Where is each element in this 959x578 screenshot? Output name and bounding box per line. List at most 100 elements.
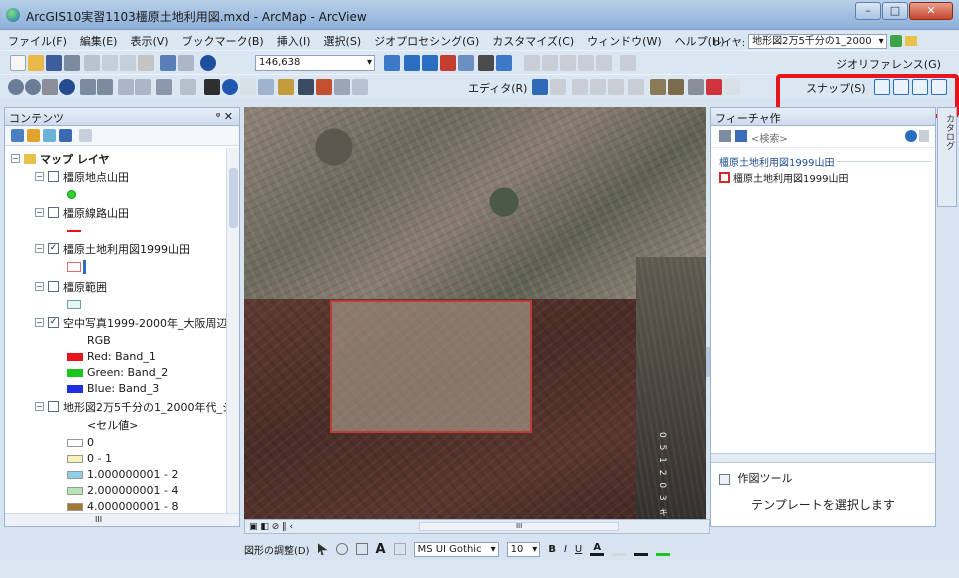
rotate-icon[interactable]	[335, 543, 348, 555]
menu-view[interactable]: 表示(V)	[130, 33, 168, 49]
toc-horizontal-scrollbar[interactable]: III	[5, 513, 239, 526]
toc-hscroll-grip[interactable]: III	[95, 515, 102, 524]
full-extent-icon[interactable]	[59, 79, 75, 95]
select-elements-icon[interactable]	[204, 79, 220, 95]
collapse-icon[interactable]: −	[35, 172, 44, 181]
select-features-icon[interactable]	[156, 79, 172, 95]
bold-button[interactable]: B	[548, 544, 556, 555]
feature-template-item[interactable]: 橿原土地利用図1999山田	[719, 170, 848, 185]
collapse-icon[interactable]: −	[35, 208, 44, 217]
hyperlink-icon[interactable]	[240, 79, 256, 95]
forward-extent-icon[interactable]	[135, 79, 151, 95]
fixed-zoom-in-icon[interactable]	[80, 79, 96, 95]
collapse-icon[interactable]: −	[35, 318, 44, 327]
land-use-polygon[interactable]	[330, 300, 532, 433]
identify-icon[interactable]	[222, 79, 238, 95]
table-of-contents-icon[interactable]	[404, 55, 420, 71]
catalog-side-tab[interactable]: カタログ	[937, 107, 957, 207]
collapse-icon[interactable]: −	[11, 154, 20, 163]
find-route-icon[interactable]	[316, 79, 332, 95]
layer-row[interactable]: − 橿原地点山田	[35, 168, 129, 185]
print-icon[interactable]	[64, 55, 80, 71]
layer-folder-icon[interactable]	[904, 36, 917, 46]
toc-options-icon[interactable]	[79, 129, 92, 142]
map-display[interactable]: 0 5 1 2 0 3 キ	[244, 107, 706, 519]
html-popup-icon[interactable]	[258, 79, 274, 95]
arctoolbox-icon[interactable]	[458, 55, 474, 71]
layer-row[interactable]: − ✓ 空中写真1999-2000年_大阪周辺	[35, 314, 227, 331]
list-by-drawing-order-icon[interactable]	[11, 129, 24, 142]
toc-pin-close[interactable]: ᵠ ✕	[216, 110, 233, 123]
layer-dropdown[interactable]: 地形図2万5千分の1_2000	[748, 33, 887, 49]
map-horizontal-scrollbar[interactable]: III	[419, 522, 620, 531]
edit-vertices-draw-icon[interactable]	[393, 543, 406, 555]
menu-geoprocessing[interactable]: ジオプロセシング(G)	[374, 33, 479, 49]
cut-icon[interactable]	[84, 55, 100, 71]
fixed-zoom-out-icon[interactable]	[97, 79, 113, 95]
zoom-out-icon[interactable]	[25, 79, 41, 95]
edit-vertices-icon[interactable]	[650, 79, 666, 95]
georef-tool-4-icon[interactable]	[578, 55, 594, 71]
editor-toolbar-icon[interactable]	[384, 55, 400, 71]
menu-file[interactable]: ファイル(F)	[8, 33, 67, 49]
layer-row[interactable]: − ✓ 橿原土地利用図1999山田	[35, 240, 190, 257]
find-icon[interactable]	[298, 79, 314, 95]
select-elements-arrow-icon[interactable]	[317, 543, 328, 555]
close-button[interactable]: ✕	[909, 2, 953, 20]
toc-scroll-thumb[interactable]	[229, 168, 238, 228]
layer-row[interactable]: − 地形図2万5千分の1_2000年代_ジ	[35, 398, 227, 415]
list-by-source-icon[interactable]	[27, 129, 40, 142]
layer-row[interactable]: − 橿原範囲	[35, 278, 107, 295]
menu-insert[interactable]: 挿入(I)	[277, 33, 311, 49]
back-extent-icon[interactable]	[118, 79, 134, 95]
georef-tool-5-icon[interactable]	[596, 55, 612, 71]
list-by-selection-icon[interactable]	[59, 129, 72, 142]
text-tool-icon[interactable]: A	[376, 542, 386, 557]
font-name-select[interactable]: MS UI Gothic	[413, 541, 499, 557]
python-icon[interactable]	[478, 55, 494, 71]
sketch-properties-icon[interactable]	[724, 79, 740, 95]
group-by-icon[interactable]	[735, 130, 747, 142]
zoom-in-icon[interactable]	[8, 79, 24, 95]
search-options-icon[interactable]	[919, 130, 929, 142]
goto-xy-icon[interactable]	[334, 79, 350, 95]
paste-icon[interactable]	[120, 55, 136, 71]
toc-root-row[interactable]: − マップ レイヤ	[11, 150, 110, 167]
catalog-icon[interactable]	[422, 55, 438, 71]
redo-icon[interactable]	[178, 55, 194, 71]
rectangle-tool-icon[interactable]	[355, 543, 368, 555]
cut-polygons-icon[interactable]	[688, 79, 704, 95]
endpoint-arc-icon[interactable]	[590, 79, 606, 95]
clear-selection-icon[interactable]	[180, 79, 196, 95]
georef-tool-6-icon[interactable]	[620, 55, 636, 71]
georef-tool-3-icon[interactable]	[560, 55, 576, 71]
layout-view-buttons[interactable]: ▣ ◧ ⊘ ‖ ‹	[249, 522, 293, 532]
delete-icon[interactable]	[138, 55, 154, 71]
delete-feature-icon[interactable]	[706, 79, 722, 95]
menu-bookmarks[interactable]: ブックマーク(B)	[182, 33, 264, 49]
underline-button[interactable]: U	[575, 544, 582, 555]
organize-templates-icon[interactable]	[719, 130, 731, 142]
toc-vertical-scrollbar[interactable]	[226, 148, 239, 513]
point-icon[interactable]	[628, 79, 644, 95]
panel-splitter[interactable]	[711, 453, 935, 463]
template-search-input[interactable]: <検索>	[751, 130, 788, 145]
georeferencing-menu[interactable]: ジオリファレンス(G)	[836, 56, 941, 72]
map-scale-input[interactable]: 146,638	[255, 55, 375, 71]
save-icon[interactable]	[46, 55, 62, 71]
font-color-icon[interactable]: A	[590, 542, 605, 556]
search-icon[interactable]	[905, 130, 917, 142]
layer-visibility-checkbox[interactable]: ✓	[48, 317, 59, 328]
georef-tool-1-icon[interactable]	[524, 55, 540, 71]
pan-icon[interactable]	[42, 79, 58, 95]
add-data-icon[interactable]	[200, 55, 216, 71]
layer-visibility-checkbox[interactable]: ✓	[48, 243, 59, 254]
menu-edit[interactable]: 編集(E)	[80, 33, 118, 49]
new-document-icon[interactable]	[10, 55, 26, 71]
open-icon[interactable]	[28, 55, 44, 71]
font-size-select[interactable]: 10	[506, 541, 541, 557]
list-by-visibility-icon[interactable]	[43, 129, 56, 142]
reshape-icon[interactable]	[668, 79, 684, 95]
menu-selection[interactable]: 選択(S)	[324, 33, 362, 49]
line-color-icon[interactable]	[634, 542, 649, 556]
